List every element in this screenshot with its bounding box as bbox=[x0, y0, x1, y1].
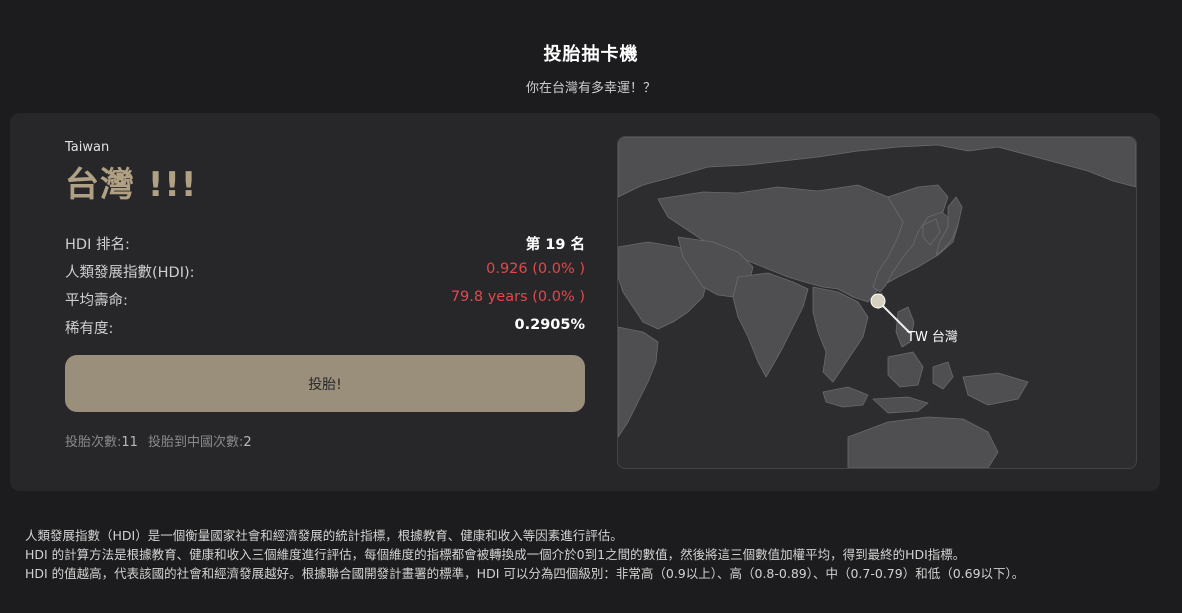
description-line: HDI 的值越高，代表該國的社會和經濟發展越好。根據聯合國開發計畫署的標準，HD… bbox=[25, 566, 1025, 581]
page-subtitle: 你在台灣有多幸運！？ bbox=[525, 81, 656, 96]
stat-label: 稀有度: bbox=[65, 321, 114, 337]
southeast-asia-land bbox=[812, 286, 869, 383]
count-value: 11 bbox=[121, 435, 138, 450]
sulawesi-land bbox=[932, 361, 954, 390]
reincarnate-button[interactable]: 投胎! bbox=[65, 355, 585, 412]
stat-row-hdi: 人類發展指數(HDI): 0.926 (0.0% ) bbox=[65, 257, 585, 285]
stat-value: 第 19 名 bbox=[525, 237, 585, 253]
stat-label: 人類發展指數(HDI): bbox=[65, 265, 195, 281]
china-count-label: 投胎到中國次數: bbox=[147, 435, 244, 450]
draw-counts: 投胎次數:11 投胎到中國次數:2 bbox=[65, 431, 252, 450]
stat-label: 平均壽命: bbox=[65, 293, 128, 309]
russia-land bbox=[618, 137, 1136, 198]
marker-label: TW 台灣 bbox=[906, 330, 958, 345]
stats-list: HDI 排名: 第 19 名 人類發展指數(HDI): 0.926 (0.0% … bbox=[65, 229, 585, 341]
page-title: 投胎抽卡機 bbox=[543, 44, 639, 65]
description-line: 人類發展指數（HDI）是一個衡量國家社會和經濟發展的統計指標，根據教育、健康和收… bbox=[25, 528, 623, 543]
marker-dot bbox=[870, 293, 886, 309]
count-label: 投胎次數: bbox=[65, 435, 122, 450]
stat-label: HDI 排名: bbox=[65, 237, 130, 253]
india-land bbox=[732, 272, 809, 378]
country-name-english: Taiwan bbox=[65, 140, 110, 155]
borneo-land bbox=[887, 351, 924, 388]
china-count-value: 2 bbox=[243, 435, 252, 450]
stat-row-hdi-rank: HDI 排名: 第 19 名 bbox=[65, 229, 585, 257]
australia-land bbox=[847, 416, 999, 468]
sumatra-land bbox=[822, 386, 869, 408]
result-card: Taiwan 台灣 !!! HDI 排名: 第 19 名 人類發展指數(HDI)… bbox=[10, 113, 1160, 491]
description-line: HDI 的計算方法是根據教育、健康和收入三個維度進行評估，每個維度的指標都會被轉… bbox=[25, 547, 966, 562]
taiwan-marker: TW 台灣 bbox=[870, 293, 958, 345]
stat-value: 79.8 years (0.0% ) bbox=[450, 289, 585, 305]
new-guinea-land bbox=[962, 372, 1029, 406]
world-map[interactable]: TW 台灣 bbox=[617, 136, 1137, 469]
map-svg: TW 台灣 bbox=[618, 137, 1136, 468]
stat-row-life-expectancy: 平均壽命: 79.8 years (0.0% ) bbox=[65, 285, 585, 313]
country-name-chinese: 台灣 !!! bbox=[65, 165, 198, 205]
hdi-description: 人類發展指數（HDI）是一個衡量國家社會和經濟發展的統計指標，根據教育、健康和收… bbox=[25, 526, 1165, 583]
java-land bbox=[872, 396, 929, 414]
africa-land bbox=[618, 326, 659, 438]
stat-value: 0.926 (0.0% ) bbox=[486, 261, 585, 277]
stat-row-rarity: 稀有度: 0.2905% bbox=[65, 313, 585, 341]
stat-value: 0.2905% bbox=[514, 317, 585, 333]
